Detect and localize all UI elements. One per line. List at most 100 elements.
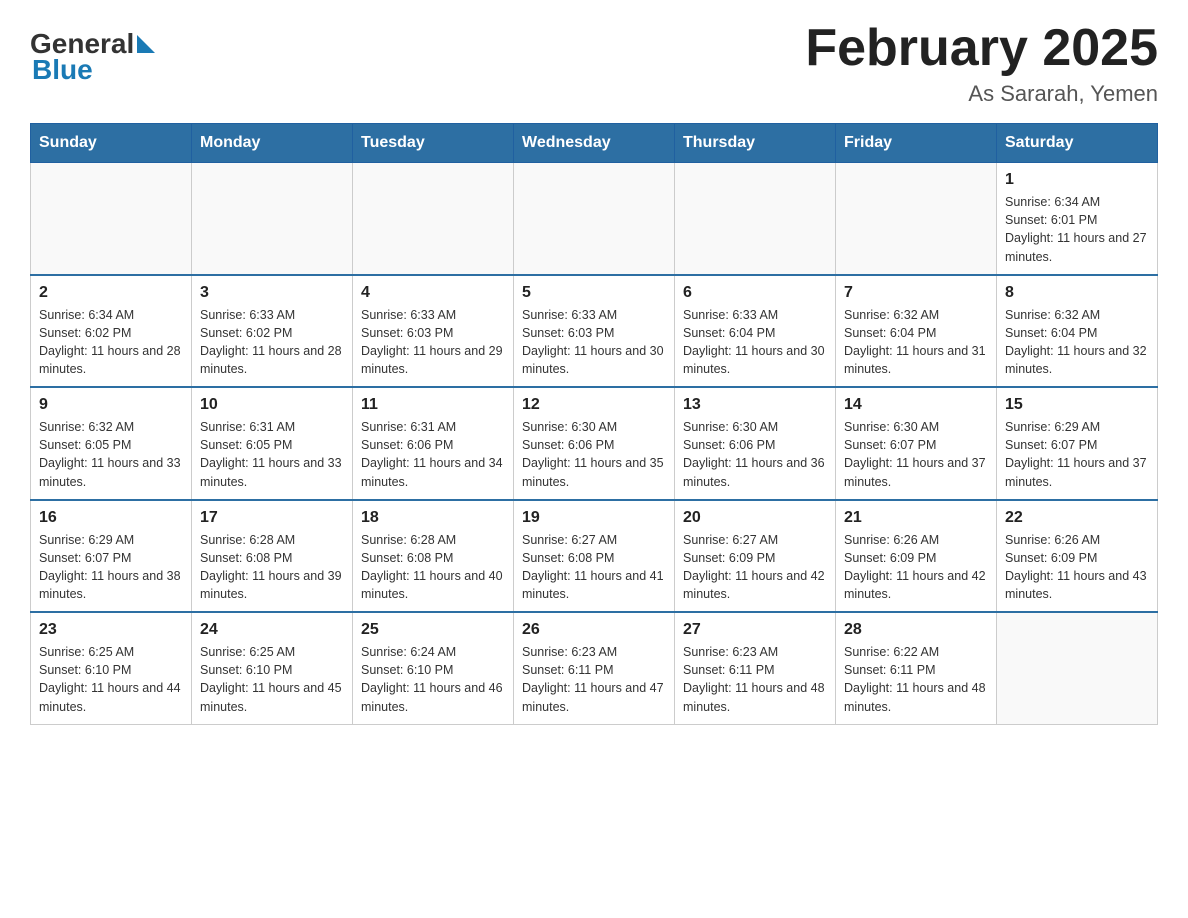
calendar-cell: 8 Sunrise: 6:32 AM Sunset: 6:04 PM Daylig…: [997, 275, 1158, 388]
day-info: Sunrise: 6:27 AM Sunset: 6:09 PM Dayligh…: [683, 531, 827, 604]
header-thursday: Thursday: [675, 124, 836, 163]
header-monday: Monday: [192, 124, 353, 163]
calendar-cell: 6 Sunrise: 6:33 AM Sunset: 6:04 PM Daylig…: [675, 275, 836, 388]
day-info: Sunrise: 6:23 AM Sunset: 6:11 PM Dayligh…: [522, 643, 666, 716]
day-info: Sunrise: 6:33 AM Sunset: 6:03 PM Dayligh…: [361, 306, 505, 379]
day-number: 23: [39, 621, 183, 639]
day-number: 26: [522, 621, 666, 639]
day-info: Sunrise: 6:33 AM Sunset: 6:02 PM Dayligh…: [200, 306, 344, 379]
day-number: 17: [200, 509, 344, 527]
logo: General Blue: [30, 28, 155, 86]
calendar-cell: 7 Sunrise: 6:32 AM Sunset: 6:04 PM Daylig…: [836, 275, 997, 388]
day-number: 8: [1005, 284, 1149, 302]
location-title: As Sararah, Yemen: [805, 81, 1158, 107]
logo-arrow-icon: [137, 28, 155, 60]
day-number: 20: [683, 509, 827, 527]
day-info: Sunrise: 6:28 AM Sunset: 6:08 PM Dayligh…: [200, 531, 344, 604]
calendar-cell: 15 Sunrise: 6:29 AM Sunset: 6:07 PM Dayli…: [997, 387, 1158, 500]
calendar-week-4: 16Sunrise: 6:29 AM Sunset: 6:07 PM Dayli…: [31, 500, 1158, 613]
calendar-cell: 28 Sunrise: 6:22 AM Sunset: 6:11 PM Dayli…: [836, 612, 997, 724]
calendar-cell: [192, 163, 353, 275]
day-info: Sunrise: 6:22 AM Sunset: 6:11 PM Dayligh…: [844, 643, 988, 716]
day-number: 10: [200, 396, 344, 414]
calendar-week-2: 2 Sunrise: 6:34 AM Sunset: 6:02 PM Daylig…: [31, 275, 1158, 388]
day-number: 24: [200, 621, 344, 639]
calendar-cell: 21 Sunrise: 6:26 AM Sunset: 6:09 PM Dayli…: [836, 500, 997, 613]
day-info: Sunrise: 6:28 AM Sunset: 6:08 PM Dayligh…: [361, 531, 505, 604]
calendar-cell: 22Sunrise: 6:26 AM Sunset: 6:09 PM Dayli…: [997, 500, 1158, 613]
logo-blue-text: Blue: [32, 54, 93, 86]
header-wednesday: Wednesday: [514, 124, 675, 163]
day-number: 28: [844, 621, 988, 639]
calendar-cell: 12 Sunrise: 6:30 AM Sunset: 6:06 PM Dayli…: [514, 387, 675, 500]
calendar-header-row: Sunday Monday Tuesday Wednesday Thursday…: [31, 124, 1158, 163]
calendar-cell: 4 Sunrise: 6:33 AM Sunset: 6:03 PM Daylig…: [353, 275, 514, 388]
calendar-cell: 2 Sunrise: 6:34 AM Sunset: 6:02 PM Daylig…: [31, 275, 192, 388]
calendar-cell: 14Sunrise: 6:30 AM Sunset: 6:07 PM Dayli…: [836, 387, 997, 500]
day-number: 21: [844, 509, 988, 527]
day-number: 9: [39, 396, 183, 414]
day-info: Sunrise: 6:24 AM Sunset: 6:10 PM Dayligh…: [361, 643, 505, 716]
header-saturday: Saturday: [997, 124, 1158, 163]
day-info: Sunrise: 6:23 AM Sunset: 6:11 PM Dayligh…: [683, 643, 827, 716]
day-number: 5: [522, 284, 666, 302]
day-info: Sunrise: 6:30 AM Sunset: 6:06 PM Dayligh…: [522, 418, 666, 491]
day-info: Sunrise: 6:32 AM Sunset: 6:04 PM Dayligh…: [844, 306, 988, 379]
calendar-cell: [675, 163, 836, 275]
day-info: Sunrise: 6:33 AM Sunset: 6:04 PM Dayligh…: [683, 306, 827, 379]
day-number: 13: [683, 396, 827, 414]
calendar-cell: 24 Sunrise: 6:25 AM Sunset: 6:10 PM Dayli…: [192, 612, 353, 724]
day-number: 4: [361, 284, 505, 302]
calendar-cell: 1 Sunrise: 6:34 AM Sunset: 6:01 PM Daylig…: [997, 163, 1158, 275]
day-info: Sunrise: 6:34 AM Sunset: 6:02 PM Dayligh…: [39, 306, 183, 379]
day-number: 2: [39, 284, 183, 302]
page-header: General Blue February 2025 As Sararah, Y…: [30, 20, 1158, 107]
calendar-week-1: 1 Sunrise: 6:34 AM Sunset: 6:01 PM Daylig…: [31, 163, 1158, 275]
header-friday: Friday: [836, 124, 997, 163]
day-number: 19: [522, 509, 666, 527]
day-info: Sunrise: 6:29 AM Sunset: 6:07 PM Dayligh…: [1005, 418, 1149, 491]
day-info: Sunrise: 6:30 AM Sunset: 6:06 PM Dayligh…: [683, 418, 827, 491]
calendar-cell: [836, 163, 997, 275]
day-number: 25: [361, 621, 505, 639]
calendar-week-5: 23 Sunrise: 6:25 AM Sunset: 6:10 PM Dayli…: [31, 612, 1158, 724]
day-info: Sunrise: 6:27 AM Sunset: 6:08 PM Dayligh…: [522, 531, 666, 604]
calendar-cell: 9 Sunrise: 6:32 AM Sunset: 6:05 PM Daylig…: [31, 387, 192, 500]
day-info: Sunrise: 6:29 AM Sunset: 6:07 PM Dayligh…: [39, 531, 183, 604]
day-number: 3: [200, 284, 344, 302]
calendar-cell: [514, 163, 675, 275]
calendar-cell: 19 Sunrise: 6:27 AM Sunset: 6:08 PM Dayli…: [514, 500, 675, 613]
day-info: Sunrise: 6:25 AM Sunset: 6:10 PM Dayligh…: [200, 643, 344, 716]
day-number: 12: [522, 396, 666, 414]
calendar-cell: [31, 163, 192, 275]
calendar-cell: 3 Sunrise: 6:33 AM Sunset: 6:02 PM Daylig…: [192, 275, 353, 388]
day-number: 11: [361, 396, 505, 414]
calendar-cell: 25 Sunrise: 6:24 AM Sunset: 6:10 PM Dayli…: [353, 612, 514, 724]
day-info: Sunrise: 6:26 AM Sunset: 6:09 PM Dayligh…: [844, 531, 988, 604]
day-number: 22: [1005, 509, 1149, 527]
day-info: Sunrise: 6:32 AM Sunset: 6:04 PM Dayligh…: [1005, 306, 1149, 379]
header-tuesday: Tuesday: [353, 124, 514, 163]
calendar-cell: 23 Sunrise: 6:25 AM Sunset: 6:10 PM Dayli…: [31, 612, 192, 724]
day-number: 7: [844, 284, 988, 302]
day-info: Sunrise: 6:32 AM Sunset: 6:05 PM Dayligh…: [39, 418, 183, 491]
header-sunday: Sunday: [31, 124, 192, 163]
day-number: 6: [683, 284, 827, 302]
calendar-week-3: 9 Sunrise: 6:32 AM Sunset: 6:05 PM Daylig…: [31, 387, 1158, 500]
day-info: Sunrise: 6:33 AM Sunset: 6:03 PM Dayligh…: [522, 306, 666, 379]
day-number: 1: [1005, 171, 1149, 189]
calendar-cell: 16Sunrise: 6:29 AM Sunset: 6:07 PM Dayli…: [31, 500, 192, 613]
month-title: February 2025: [805, 20, 1158, 77]
day-info: Sunrise: 6:25 AM Sunset: 6:10 PM Dayligh…: [39, 643, 183, 716]
title-section: February 2025 As Sararah, Yemen: [805, 20, 1158, 107]
calendar-cell: 18Sunrise: 6:28 AM Sunset: 6:08 PM Dayli…: [353, 500, 514, 613]
calendar-cell: [997, 612, 1158, 724]
calendar-cell: 13 Sunrise: 6:30 AM Sunset: 6:06 PM Dayli…: [675, 387, 836, 500]
calendar-cell: 26 Sunrise: 6:23 AM Sunset: 6:11 PM Dayli…: [514, 612, 675, 724]
day-info: Sunrise: 6:31 AM Sunset: 6:06 PM Dayligh…: [361, 418, 505, 491]
day-info: Sunrise: 6:34 AM Sunset: 6:01 PM Dayligh…: [1005, 193, 1149, 266]
calendar-cell: 5 Sunrise: 6:33 AM Sunset: 6:03 PM Daylig…: [514, 275, 675, 388]
calendar-cell: 27 Sunrise: 6:23 AM Sunset: 6:11 PM Dayli…: [675, 612, 836, 724]
day-number: 15: [1005, 396, 1149, 414]
day-number: 27: [683, 621, 827, 639]
